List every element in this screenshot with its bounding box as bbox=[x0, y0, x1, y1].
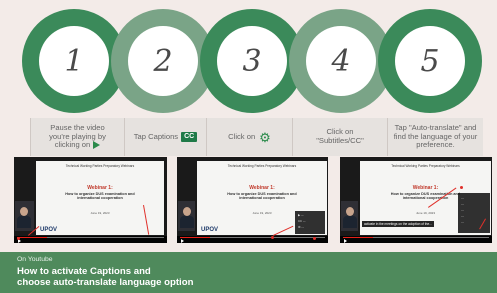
step-2-label: Tap Captions CC bbox=[124, 118, 206, 156]
presenter-video bbox=[15, 201, 34, 231]
step-3-label: Click on ⚙ bbox=[206, 118, 292, 156]
highlight-dot bbox=[271, 236, 274, 239]
play-icon[interactable] bbox=[181, 239, 184, 243]
play-icon bbox=[93, 141, 101, 150]
screenshot-1: Technical Working Parties Preparatory We… bbox=[14, 157, 167, 243]
footer-source: On Youtube bbox=[17, 256, 53, 263]
caption-overlay: activate in the meetings on the adoption… bbox=[362, 221, 434, 227]
presenter-video bbox=[341, 201, 358, 231]
play-icon[interactable] bbox=[344, 239, 347, 243]
screenshot-3: Technical Working Parties Preparatory We… bbox=[340, 157, 492, 243]
upov-logo: UPOV bbox=[40, 227, 58, 233]
footer-title: How to activate Captions and choose auto… bbox=[17, 266, 194, 288]
step-4-label: Click on "Subtitles/CC" bbox=[292, 118, 387, 156]
step-circles: 1 2 3 4 5 bbox=[0, 0, 497, 120]
step-5-label: Tap "Auto-translate" and find the langua… bbox=[387, 118, 483, 156]
webinar-slide: Technical Working Parties Preparatory We… bbox=[36, 161, 164, 235]
infographic: 1 2 3 4 5 Pause the video you're playing… bbox=[0, 0, 497, 293]
settings-menu[interactable]: ▶ --- CC --- ⚙ --- bbox=[295, 211, 325, 234]
highlight-dot bbox=[313, 237, 316, 240]
step-4-number: 4 bbox=[331, 43, 351, 79]
step-5-circle: 5 bbox=[378, 9, 482, 113]
footer-banner: On Youtube How to activate Captions and … bbox=[0, 252, 497, 293]
step-2-number: 2 bbox=[153, 43, 173, 79]
language-menu[interactable]: --- --- --- --- --- bbox=[458, 193, 490, 233]
step-1-number: 1 bbox=[64, 43, 84, 79]
upov-logo: UPOV bbox=[201, 227, 219, 233]
player-controls[interactable] bbox=[14, 236, 167, 243]
presenter-video bbox=[178, 201, 195, 231]
highlight-dot bbox=[17, 237, 20, 240]
captions-icon: CC bbox=[181, 131, 198, 143]
screenshot-2: Technical Working Parties Preparatory We… bbox=[177, 157, 328, 243]
step-3-number: 3 bbox=[242, 43, 262, 79]
step-5-number: 5 bbox=[420, 43, 440, 79]
highlight-dot bbox=[460, 186, 463, 189]
player-controls[interactable] bbox=[340, 236, 492, 243]
step-1-label: Pause the video you're playing by clicki… bbox=[30, 118, 124, 156]
gear-icon: ⚙ bbox=[259, 129, 271, 145]
step-labels: Pause the video you're playing by clicki… bbox=[0, 118, 497, 156]
player-controls[interactable] bbox=[177, 236, 328, 243]
